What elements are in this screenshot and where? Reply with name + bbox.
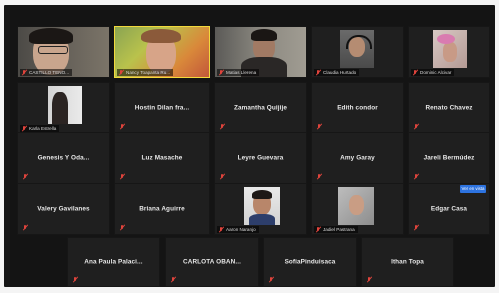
participant-name: Renato Chavez <box>425 104 473 112</box>
mic-muted-icon <box>219 174 225 180</box>
participant-video <box>338 187 374 225</box>
participant-name: Valery Gavilanes <box>37 205 90 213</box>
participant-video <box>48 86 82 124</box>
participant-name: CARLOTA OBAN... <box>183 258 241 266</box>
mic-muted-icon <box>268 277 274 283</box>
participant-video <box>340 30 374 68</box>
mic-muted-icon <box>21 125 27 132</box>
mic-muted-icon <box>412 69 418 76</box>
participant-name: Edith condor <box>337 104 378 112</box>
participant-label: Nancy Toapanta Ru... <box>117 69 174 76</box>
participant-hair <box>251 29 277 41</box>
mic-muted-icon <box>119 124 125 130</box>
participant-video <box>244 187 280 225</box>
participant-tile-matias[interactable]: Matias Llerena <box>214 26 307 78</box>
participant-face <box>443 42 457 62</box>
mic-muted-icon <box>413 174 419 180</box>
participant-name: Genesis Y Oda... <box>37 154 90 162</box>
headset-shape <box>346 35 372 49</box>
participant-tile-amy[interactable]: Amy Garay <box>311 132 404 184</box>
participant-name: Luz Masache <box>141 154 183 162</box>
mic-muted-icon <box>316 124 322 130</box>
participant-name: Amy Garay <box>340 154 375 162</box>
mic-muted-icon <box>72 277 78 283</box>
participant-tile-ithan[interactable]: Ithan Topa <box>361 237 454 287</box>
participant-label: Aaron Naranjo <box>217 226 259 233</box>
participant-video <box>433 30 467 68</box>
participant-label: Matias Llerena <box>217 69 260 76</box>
mic-muted-icon <box>315 69 321 76</box>
participant-label: Dominic Alcivar <box>411 69 455 76</box>
participant-tile-leyre[interactable]: Leyre Guevara <box>214 132 307 184</box>
participant-tile-castillo[interactable]: CASTILLO TENO... <box>17 26 110 78</box>
participant-tile-jareli[interactable]: Jareli Bermúdez <box>408 132 490 184</box>
mic-muted-icon <box>316 174 322 180</box>
mic-muted-icon <box>22 174 28 180</box>
participant-tile-dominic[interactable]: Dominic Alcivar <box>408 26 490 78</box>
participant-label: Claudia Hurtado <box>314 69 360 76</box>
mic-muted-icon <box>118 69 124 76</box>
mic-muted-icon <box>218 226 224 233</box>
participant-name: Ana Paula Palaci... <box>84 258 143 266</box>
mic-muted-icon <box>413 124 419 130</box>
mic-muted-icon <box>219 124 225 130</box>
mic-muted-icon <box>119 225 125 231</box>
participant-tile-carlota[interactable]: CARLOTA OBAN... <box>165 237 259 287</box>
participant-tile-zamantha[interactable]: Zamantha Quijije <box>214 82 307 134</box>
participant-tile-genesis[interactable]: Genesis Y Oda... <box>17 132 110 184</box>
participant-tile-briana[interactable]: Briana Aguirre <box>114 183 210 235</box>
participant-name: Briana Aguirre <box>139 205 185 213</box>
participant-tile-valery[interactable]: Valery Gavilanes <box>17 183 110 235</box>
mic-muted-icon <box>21 69 27 76</box>
glasses-shape <box>38 46 68 54</box>
participant-tile-hostin[interactable]: Hostin Dilan fra... <box>114 82 210 134</box>
participant-tile-sofia[interactable]: SofiaPinduisaca <box>263 237 357 287</box>
participant-name: Edgar Casa <box>430 205 468 213</box>
mic-muted-icon <box>315 226 321 233</box>
participant-label: Karla Estrella <box>20 125 60 132</box>
participant-tile-ana-paula[interactable]: Ana Paula Palaci... <box>67 237 160 287</box>
participant-hair <box>52 92 68 124</box>
view-mode-button[interactable]: Ver en vista <box>460 185 486 193</box>
mic-muted-icon <box>119 174 125 180</box>
participant-name: Hostin Dilan fra... <box>134 104 190 112</box>
participant-name: SofiaPinduisaca <box>284 258 336 266</box>
participant-name: Leyre Guevara <box>237 154 284 162</box>
participant-hair <box>141 29 181 43</box>
participant-label: Jadiel Pastrana <box>314 226 358 233</box>
participant-label: CASTILLO TENO... <box>20 69 72 76</box>
participant-name: Ithan Topa <box>391 258 424 266</box>
participant-name: Zamantha Quijije <box>233 104 288 112</box>
participant-name: Jareli Bermúdez <box>423 154 475 162</box>
participant-body <box>249 214 275 225</box>
participant-tile-jadiel[interactable]: Jadiel Pastrana <box>311 183 404 235</box>
video-gallery: CASTILLO TENO... Nancy Toapanta Ru... Ma… <box>4 5 495 287</box>
participant-tile-renato[interactable]: Renato Chavez <box>408 82 490 134</box>
participant-hair <box>252 190 272 199</box>
flower-shape <box>437 34 455 44</box>
participant-tile-aaron[interactable]: Aaron Naranjo <box>214 183 307 235</box>
participant-tile-luz[interactable]: Luz Masache <box>114 132 210 184</box>
participant-tile-edith[interactable]: Edith condor <box>311 82 404 134</box>
mic-muted-icon <box>170 277 176 283</box>
participant-tile-claudia[interactable]: Claudia Hurtado <box>311 26 404 78</box>
mic-muted-icon <box>366 277 372 283</box>
mic-muted-icon <box>22 225 28 231</box>
participant-face <box>349 195 364 215</box>
participant-hair <box>29 28 73 44</box>
participant-tile-nancy[interactable]: Nancy Toapanta Ru... <box>114 26 210 78</box>
mic-muted-icon <box>413 225 419 231</box>
mic-muted-icon <box>218 69 224 76</box>
participant-tile-karla[interactable]: Karla Estrella <box>17 82 110 134</box>
